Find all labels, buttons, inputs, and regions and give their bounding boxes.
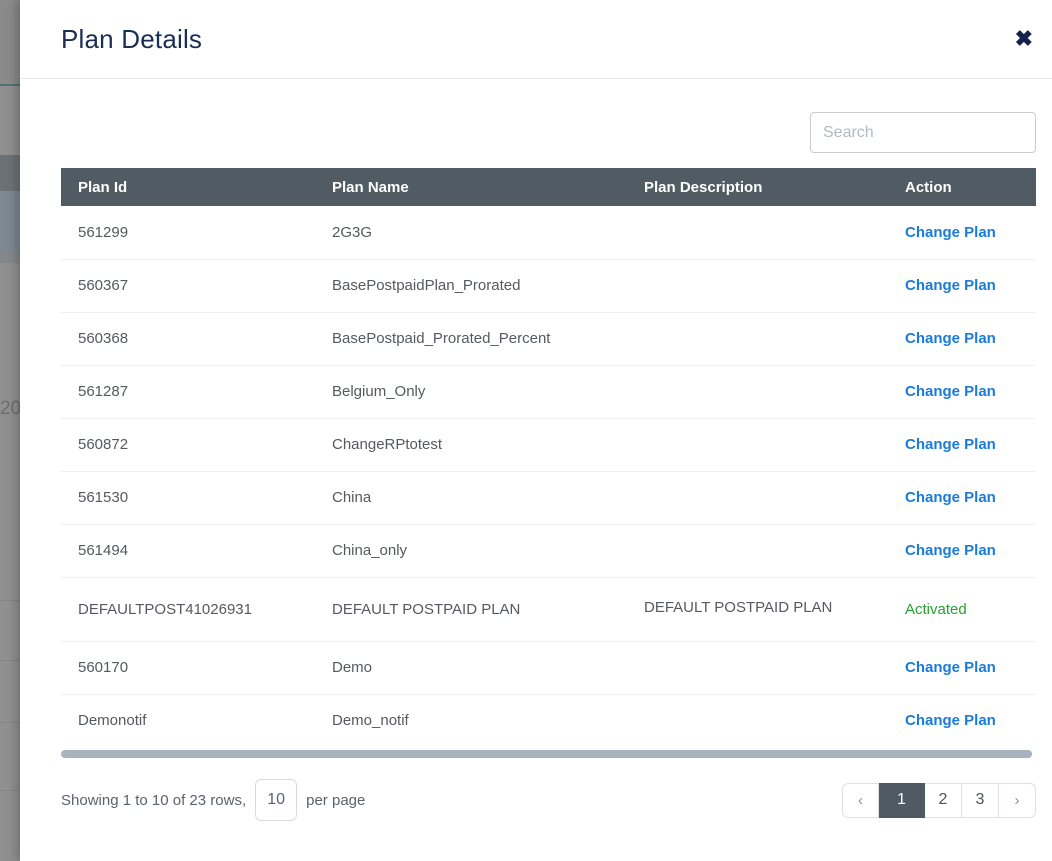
cell-plan-name: Belgium_Only: [315, 365, 627, 418]
change-plan-link[interactable]: Change Plan: [905, 383, 996, 400]
pagination-prev-button[interactable]: ‹: [842, 783, 879, 818]
cell-action: Change Plan: [888, 206, 1036, 259]
cell-action: Change Plan: [888, 694, 1036, 747]
cell-action: Change Plan: [888, 418, 1036, 471]
table-row: 560170 Demo Change Plan: [61, 641, 1036, 694]
cell-plan-name: ChangeRPtotest: [315, 418, 627, 471]
table-row: 561299 2G3G Change Plan: [61, 206, 1036, 259]
background-page-strip: 200: [0, 0, 20, 861]
pagination-page-3[interactable]: 3: [962, 783, 999, 818]
pagination-page-2[interactable]: 2: [925, 783, 962, 818]
per-page-label: per page: [306, 792, 365, 809]
status-activated-label: Activated: [905, 601, 967, 618]
cell-action: Change Plan: [888, 524, 1036, 577]
table-row: 561494 China_only Change Plan: [61, 524, 1036, 577]
cell-plan-id: 560367: [61, 259, 315, 312]
cell-plan-id: 561494: [61, 524, 315, 577]
page-size-dropdown[interactable]: 10: [255, 779, 297, 821]
cell-plan-id: 561299: [61, 206, 315, 259]
table-row: 560367 BasePostpaidPlan_Prorated Change …: [61, 259, 1036, 312]
cell-plan-id: 561287: [61, 365, 315, 418]
cell-action: Change Plan: [888, 312, 1036, 365]
cell-plan-id: Demonotif: [61, 694, 315, 747]
change-plan-link[interactable]: Change Plan: [905, 436, 996, 453]
background-axis-label: 200: [0, 398, 20, 420]
change-plan-link[interactable]: Change Plan: [905, 489, 996, 506]
horizontal-scrollbar-thumb[interactable]: [61, 750, 1032, 758]
modal-header: Plan Details ✖: [20, 0, 1052, 79]
cell-plan-name: BasePostpaidPlan_Prorated: [315, 259, 627, 312]
cell-action: Change Plan: [888, 471, 1036, 524]
plan-table: Plan Id Plan Name Plan Description Actio…: [61, 168, 1036, 747]
cell-plan-id: DEFAULTPOST41026931: [61, 577, 315, 641]
background-band: [0, 251, 20, 263]
table-row: 561530 China Change Plan: [61, 471, 1036, 524]
background-band: [0, 191, 20, 251]
cell-action: Activated: [888, 577, 1036, 641]
table-row: 561287 Belgium_Only Change Plan: [61, 365, 1036, 418]
cell-plan-description: [627, 471, 888, 524]
background-gridline: [0, 722, 20, 723]
cell-action: Change Plan: [888, 259, 1036, 312]
pagination-next-button[interactable]: ›: [999, 783, 1036, 818]
cell-plan-description: [627, 365, 888, 418]
column-header-plan-id: Plan Id: [61, 168, 315, 206]
pagination-page-1[interactable]: 1: [879, 783, 925, 818]
cell-plan-description: [627, 524, 888, 577]
cell-plan-description: [627, 206, 888, 259]
cell-plan-name: Demo: [315, 641, 627, 694]
cell-plan-name: DEFAULT POSTPAID PLAN: [315, 577, 627, 641]
background-gridline: [0, 660, 20, 661]
cell-plan-id: 560872: [61, 418, 315, 471]
cell-plan-name: BasePostpaid_Prorated_Percent: [315, 312, 627, 365]
change-plan-link[interactable]: Change Plan: [905, 659, 996, 676]
table-row: Demonotif Demo_notif Change Plan: [61, 694, 1036, 747]
modal-body: Plan Id Plan Name Plan Description Actio…: [20, 112, 1052, 821]
cell-plan-description: [627, 641, 888, 694]
cell-plan-description: [627, 259, 888, 312]
search-input[interactable]: [810, 112, 1036, 153]
table-footer: Showing 1 to 10 of 23 rows, 10 per page …: [61, 779, 1036, 821]
background-band: [0, 0, 20, 84]
cell-action: Change Plan: [888, 365, 1036, 418]
column-header-action: Action: [888, 168, 1036, 206]
cell-action: Change Plan: [888, 641, 1036, 694]
cell-plan-name: 2G3G: [315, 206, 627, 259]
pagination-summary: Showing 1 to 10 of 23 rows,: [61, 792, 246, 809]
table-row: 560872 ChangeRPtotest Change Plan: [61, 418, 1036, 471]
cell-plan-description: [627, 694, 888, 747]
table-header-row: Plan Id Plan Name Plan Description Actio…: [61, 168, 1036, 206]
cell-plan-id: 561530: [61, 471, 315, 524]
change-plan-link[interactable]: Change Plan: [905, 277, 996, 294]
cell-plan-description: DEFAULT POSTPAID PLAN: [627, 577, 888, 641]
cell-plan-name: China: [315, 471, 627, 524]
cell-plan-description: [627, 312, 888, 365]
cell-plan-id: 560368: [61, 312, 315, 365]
table-toolbar: [61, 112, 1036, 153]
background-band: [0, 86, 20, 155]
column-header-plan-description: Plan Description: [627, 168, 888, 206]
change-plan-link[interactable]: Change Plan: [905, 542, 996, 559]
table-row: 560368 BasePostpaid_Prorated_Percent Cha…: [61, 312, 1036, 365]
change-plan-link[interactable]: Change Plan: [905, 224, 996, 241]
column-header-plan-name: Plan Name: [315, 168, 627, 206]
cell-plan-description: [627, 418, 888, 471]
cell-plan-id: 560170: [61, 641, 315, 694]
cell-plan-name: China_only: [315, 524, 627, 577]
background-gridline: [0, 790, 20, 791]
background-band: [0, 155, 20, 191]
pagination: ‹123›: [842, 783, 1036, 818]
plan-details-modal: Plan Details ✖ Plan Id Plan Name Plan De…: [20, 0, 1052, 861]
close-icon[interactable]: ✖: [1011, 24, 1037, 54]
change-plan-link[interactable]: Change Plan: [905, 712, 996, 729]
page-title: Plan Details: [61, 24, 202, 55]
change-plan-link[interactable]: Change Plan: [905, 330, 996, 347]
cell-plan-name: Demo_notif: [315, 694, 627, 747]
background-gridline: [0, 600, 20, 601]
table-row: DEFAULTPOST41026931 DEFAULT POSTPAID PLA…: [61, 577, 1036, 641]
